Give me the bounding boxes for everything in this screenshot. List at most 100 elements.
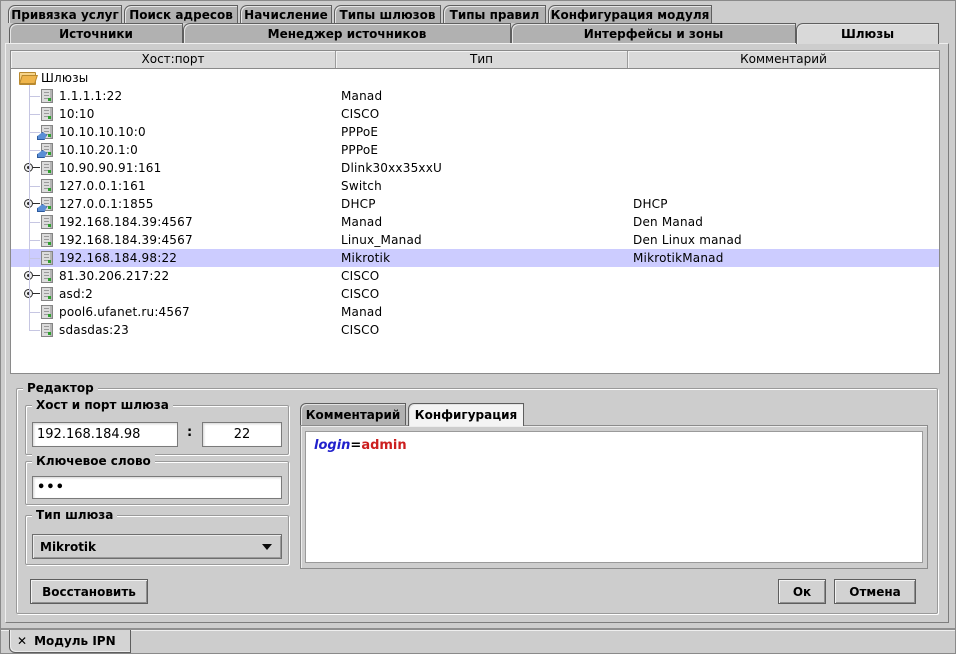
type-cell: Linux_Manad: [336, 231, 628, 249]
host-field[interactable]: [32, 422, 178, 447]
table-row[interactable]: 127.0.0.1:1855DHCPDHCP: [11, 195, 939, 213]
tab-interfaces-zones[interactable]: Интерфейсы и зоны: [511, 23, 796, 43]
network-overlay-icon: [37, 132, 47, 140]
close-icon[interactable]: ✕: [17, 635, 27, 647]
config-key: login: [314, 438, 350, 453]
comment-cell: [628, 105, 939, 123]
tree-root-row[interactable]: Шлюзы: [11, 69, 939, 87]
type-cell: Mikrotik: [336, 249, 628, 267]
host-port-label: 1.1.1.1:22: [59, 87, 122, 105]
host-port-cell: 81.30.206.217:22: [11, 267, 336, 285]
host-port-cell: 192.168.184.98:22: [11, 249, 336, 267]
tab-configuration[interactable]: Конфигурация: [408, 403, 524, 426]
host-port-label: 127.0.0.1:1855: [59, 195, 154, 213]
config-value: admin: [361, 438, 406, 453]
host-port-label: 127.0.0.1:161: [59, 177, 146, 195]
editor-panel: Редактор Хост и порт шлюза : Ключевое сл…: [16, 388, 938, 614]
gateway-type-group-title: Тип шлюза: [32, 508, 117, 523]
tree-line: [29, 186, 40, 187]
type-cell: Dlink30xx35xxU: [336, 159, 628, 177]
table-row[interactable]: 192.168.184.39:4567Linux_ManadDen Linux …: [11, 231, 939, 249]
host-port-cell: 10:10: [11, 105, 336, 123]
server-icon: [41, 89, 53, 103]
tab-comment[interactable]: Комментарий: [300, 403, 406, 425]
comment-cell: [628, 123, 939, 141]
tab-source-manager[interactable]: Менеджер источников: [183, 23, 511, 43]
tab-module-config[interactable]: Конфигурация модуля: [548, 5, 712, 23]
host-port-cell: 192.168.184.39:4567: [11, 231, 336, 249]
server-icon: [41, 107, 53, 121]
configuration-editor[interactable]: login=admin: [305, 431, 923, 563]
tree-vertical-line: [29, 85, 30, 330]
comment-cell: [628, 87, 939, 105]
host-port-cell: 127.0.0.1:161: [11, 177, 336, 195]
host-port-cell: 10.10.10.10:0: [11, 123, 336, 141]
host-port-group: Хост и порт шлюза :: [25, 405, 289, 455]
restore-button[interactable]: Восстановить: [30, 579, 148, 604]
column-header-type[interactable]: Тип: [336, 51, 628, 68]
folder-icon: [19, 72, 35, 84]
password-field[interactable]: [32, 476, 282, 499]
table-row[interactable]: 10:10CISCO: [11, 105, 939, 123]
type-cell: PPPoE: [336, 141, 628, 159]
tab-gateway-types[interactable]: Типы шлюзов: [334, 5, 441, 23]
host-port-cell: 10.90.90.91:161: [11, 159, 336, 177]
table-row[interactable]: asd:2CISCO: [11, 285, 939, 303]
table-row[interactable]: 81.30.206.217:22 CISCO: [11, 267, 939, 285]
tab-gateways[interactable]: Шлюзы: [796, 23, 939, 44]
table-row[interactable]: 192.168.184.39:4567ManadDen Manad: [11, 213, 939, 231]
table-row[interactable]: 10.10.20.1:0PPPoE: [11, 141, 939, 159]
host-port-label: 81.30.206.217:22: [59, 267, 169, 285]
tab-accrual[interactable]: Начисление: [240, 5, 332, 23]
type-cell: CISCO: [336, 267, 628, 285]
server-network-icon: [41, 197, 53, 211]
tab-module-ipn[interactable]: ✕ Модуль IPN: [9, 630, 131, 653]
chevron-down-icon: [262, 544, 272, 550]
type-cell: Manad: [336, 87, 628, 105]
tree-line: [29, 132, 40, 133]
comment-cell: [628, 159, 939, 177]
tree-line: [29, 114, 40, 115]
tree-line: [29, 240, 40, 241]
table-row[interactable]: 10.90.90.91:161Dlink30xx35xxU: [11, 159, 939, 177]
host-port-label: 192.168.184.98:22: [59, 249, 177, 267]
config-equals: =: [350, 438, 361, 453]
table-row[interactable]: sdasdas:23CISCO: [11, 321, 939, 339]
table-row[interactable]: 192.168.184.98:22 MikrotikMikrotikManad: [11, 249, 939, 267]
host-port-label: 192.168.184.39:4567: [59, 213, 193, 231]
host-port-cell: sdasdas:23: [11, 321, 336, 339]
keyword-group-title: Ключевое слово: [32, 454, 155, 469]
comment-cell: Den Linux manad: [628, 231, 939, 249]
gateway-type-combobox[interactable]: Mikrotik: [32, 534, 282, 559]
host-port-cell: 10.10.20.1:0: [11, 141, 336, 159]
tree-line: [29, 330, 40, 331]
table-row[interactable]: pool6.ufanet.ru:4567Manad: [11, 303, 939, 321]
table-body: Шлюзы1.1.1.1:22Manad10:10CISCO10.10.10.1…: [11, 69, 939, 373]
comment-cell: MikrotikManad: [628, 249, 939, 267]
tab-address-search[interactable]: Поиск адресов: [124, 5, 238, 23]
tab-rule-types[interactable]: Типы правил: [443, 5, 546, 23]
table-row[interactable]: 127.0.0.1:161Switch: [11, 177, 939, 195]
server-icon: [41, 251, 53, 265]
ok-button[interactable]: Ок: [778, 579, 826, 604]
host-port-label: sdasdas:23: [59, 321, 129, 339]
host-port-label: 10.10.10.10:0: [59, 123, 146, 141]
table-row[interactable]: 10.10.10.10:0 PPPoE: [11, 123, 939, 141]
type-cell: PPPoE: [336, 123, 628, 141]
comment-cell: DHCP: [628, 195, 939, 213]
port-field[interactable]: [202, 422, 282, 447]
type-cell: Manad: [336, 213, 628, 231]
comment-cell: [628, 303, 939, 321]
server-icon: [41, 215, 53, 229]
tab-sources[interactable]: Источники: [9, 23, 183, 43]
main-tabs-row-1: Привязка услуг Поиск адресов Начисление …: [8, 5, 712, 23]
tree-line: [29, 150, 40, 151]
bottom-divider-highlight: [1, 630, 956, 631]
tab-service-binding[interactable]: Привязка услуг: [8, 5, 122, 23]
colon-separator: :: [187, 425, 192, 440]
keyword-group: Ключевое слово: [25, 461, 289, 505]
column-header-host-port[interactable]: Хост:порт: [11, 51, 336, 68]
cancel-button[interactable]: Отмена: [834, 579, 916, 604]
column-header-comment[interactable]: Комментарий: [628, 51, 939, 68]
table-row[interactable]: 1.1.1.1:22 Manad: [11, 87, 939, 105]
